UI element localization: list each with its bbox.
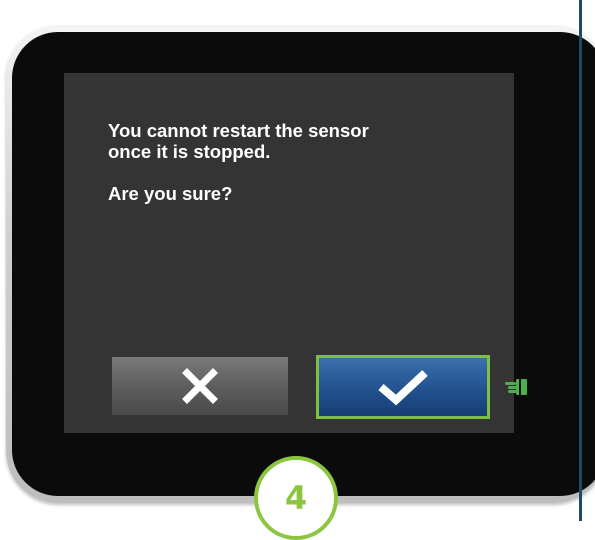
dialog-message: You cannot restart the sensor once it is… <box>108 120 488 204</box>
cancel-button[interactable] <box>112 357 288 415</box>
device-screen: You cannot restart the sensor once it is… <box>64 73 514 433</box>
checkmark-icon <box>378 370 428 406</box>
step-number-badge: 4 <box>254 456 338 540</box>
x-icon <box>182 368 218 404</box>
dialog-message-line-2: once it is stopped. <box>108 141 271 162</box>
dialog-message-line-1: You cannot restart the sensor <box>108 120 369 141</box>
tap-hand-icon <box>505 379 527 395</box>
dialog-question: Are you sure? <box>108 183 233 204</box>
confirm-button[interactable] <box>316 355 490 419</box>
page-divider <box>579 0 582 521</box>
